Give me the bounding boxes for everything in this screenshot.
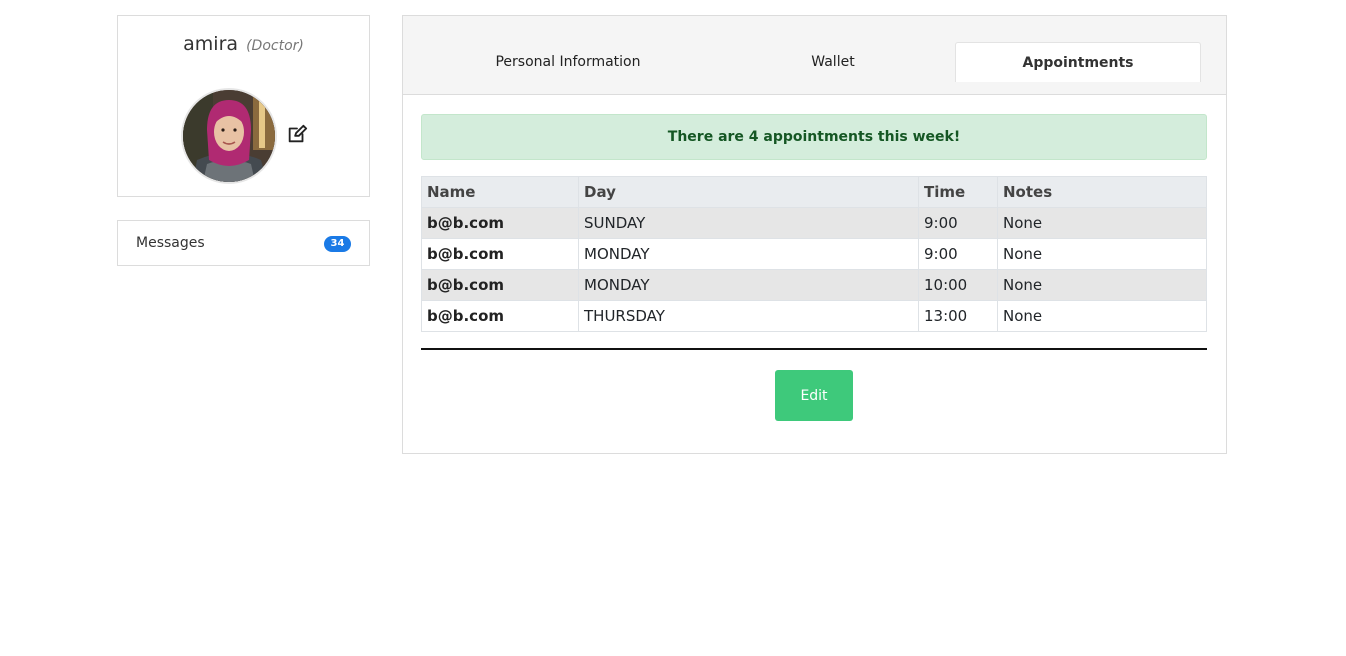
divider — [421, 348, 1207, 350]
profile-card: amira (Doctor) — [117, 15, 370, 197]
cell-day: MONDAY — [578, 269, 919, 301]
cell-name: b@b.com — [421, 207, 579, 239]
cell-time: 13:00 — [918, 300, 998, 332]
messages-label: Messages — [136, 235, 205, 251]
appointments-table: Name Day Time Notes b@b.com SUNDAY 9:00 … — [421, 176, 1207, 332]
table-row: b@b.com THURSDAY 13:00 None — [421, 300, 1207, 332]
cell-day: MONDAY — [578, 238, 919, 270]
tab-personal-information[interactable]: Personal Information — [433, 42, 703, 82]
cell-notes: None — [997, 269, 1207, 301]
tab-wallet[interactable]: Wallet — [703, 42, 963, 82]
cell-time: 9:00 — [918, 207, 998, 239]
avatar — [181, 88, 277, 184]
tab-bar: Personal Information Wallet Appointments — [403, 16, 1226, 95]
appointments-alert: There are 4 appointments this week! — [421, 114, 1207, 160]
column-header-name: Name — [421, 176, 579, 208]
cell-day: THURSDAY — [578, 300, 919, 332]
profile-name-line: amira (Doctor) — [118, 33, 369, 55]
table-row: b@b.com MONDAY 9:00 None — [421, 238, 1207, 270]
table-row: b@b.com MONDAY 10:00 None — [421, 269, 1207, 301]
table-header-row: Name Day Time Notes — [421, 176, 1207, 208]
cell-time: 9:00 — [918, 238, 998, 270]
column-header-time: Time — [918, 176, 998, 208]
edit-icon[interactable] — [286, 123, 308, 145]
cell-notes: None — [997, 207, 1207, 239]
main-panel: Personal Information Wallet Appointments… — [402, 15, 1227, 454]
cell-name: b@b.com — [421, 300, 579, 332]
cell-notes: None — [997, 238, 1207, 270]
edit-button[interactable]: Edit — [775, 370, 853, 421]
column-header-day: Day — [578, 176, 919, 208]
cell-day: SUNDAY — [578, 207, 919, 239]
profile-role: (Doctor) — [246, 38, 304, 54]
cell-name: b@b.com — [421, 238, 579, 270]
cell-time: 10:00 — [918, 269, 998, 301]
messages-link[interactable]: Messages 34 — [117, 220, 370, 266]
cell-name: b@b.com — [421, 269, 579, 301]
column-header-notes: Notes — [997, 176, 1207, 208]
tab-appointments[interactable]: Appointments — [955, 42, 1201, 82]
cell-notes: None — [997, 300, 1207, 332]
messages-count-badge: 34 — [324, 236, 351, 252]
profile-name: amira — [183, 33, 239, 55]
table-row: b@b.com SUNDAY 9:00 None — [421, 207, 1207, 239]
avatar-photo — [183, 90, 275, 182]
